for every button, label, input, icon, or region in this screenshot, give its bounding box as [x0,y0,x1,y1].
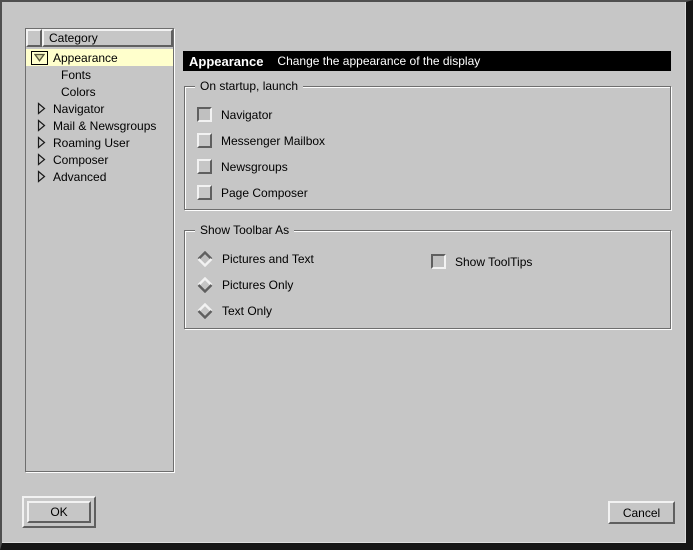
collapse-toggle[interactable] [31,51,48,65]
checkbox-label: Page Composer [221,186,308,200]
checkbox-label: Navigator [221,108,272,122]
triangle-right-icon[interactable] [37,119,46,132]
icon-cell [31,51,53,65]
tree-item-roaming-user[interactable]: Roaming User [26,134,173,151]
tree-rows: Appearance Fonts Colors Navigator [26,49,173,185]
category-column-header[interactable]: Category [42,29,173,47]
tree-item-label: Appearance [53,51,118,65]
icon-cell [31,119,53,132]
category-column-label: Category [49,32,98,45]
toolbar-group: Show Toolbar As Pictures and Text Pictur… [184,230,671,329]
tree-item-navigator[interactable]: Navigator [26,100,173,117]
tree-item-label: Mail & Newsgroups [53,119,156,133]
startup-group-legend: On startup, launch [195,79,303,93]
checkbox-row-newsgroups: Newsgroups [197,159,670,174]
startup-checkbox-list: Navigator Messenger Mailbox Newsgroups P… [185,87,670,200]
radio-row-text-only: Text Only [197,303,670,318]
cancel-button[interactable]: Cancel [608,501,675,524]
triangle-down-icon [34,53,45,62]
category-tree-panel: Category Appearance Fonts Colors [25,28,174,472]
checkbox-row-page-composer: Page Composer [197,185,670,200]
ok-default-ring: OK [22,496,96,528]
icon-cell [31,136,53,149]
tree-item-appearance[interactable]: Appearance [26,49,173,66]
icon-cell [31,102,53,115]
preferences-dialog: Category Appearance Fonts Colors [0,0,693,550]
page-subtitle: Change the appearance of the display [277,54,480,68]
tree-item-fonts[interactable]: Fonts [26,66,173,83]
icon-cell [31,170,53,183]
checkbox-label: Messenger Mailbox [221,134,325,148]
tree-item-mail-newsgroups[interactable]: Mail & Newsgroups [26,117,173,134]
page-composer-checkbox[interactable] [197,185,212,200]
checkbox-row-messenger-mailbox: Messenger Mailbox [197,133,670,148]
tree-item-label: Composer [53,153,108,167]
tree-item-label: Fonts [61,68,91,82]
triangle-right-icon[interactable] [37,170,46,183]
navigator-checkbox[interactable] [197,107,212,122]
tree-item-colors[interactable]: Colors [26,83,173,100]
toolbar-radio-list: Pictures and Text Pictures Only Text Onl… [185,231,670,318]
triangle-right-icon[interactable] [37,102,46,115]
radio-label: Text Only [222,304,272,318]
checkbox-row-show-tooltips: Show ToolTips [431,254,532,269]
checkbox-label: Newsgroups [221,160,288,174]
radio-label: Pictures and Text [222,252,314,266]
newsgroups-checkbox[interactable] [197,159,212,174]
cancel-button-label: Cancel [623,506,660,520]
radio-label: Pictures Only [222,278,293,292]
icon-cell [31,153,53,166]
tree-item-label: Colors [61,85,96,99]
tree-item-label: Navigator [53,102,104,116]
text-only-radio[interactable] [197,303,213,319]
startup-group: On startup, launch Navigator Messenger M… [184,86,671,210]
tree-item-label: Advanced [53,170,106,184]
checkbox-row-navigator: Navigator [197,107,670,122]
triangle-right-icon[interactable] [37,153,46,166]
tree-item-composer[interactable]: Composer [26,151,173,168]
page-header: Appearance Change the appearance of the … [183,51,671,71]
pictures-only-radio[interactable] [197,277,213,293]
pictures-and-text-radio[interactable] [197,251,213,267]
tree-corner-button[interactable] [26,29,42,47]
tree-header-row: Category [26,29,173,47]
ok-button-label: OK [50,505,67,519]
ok-button[interactable]: OK [27,501,91,523]
show-tooltips-checkbox[interactable] [431,254,446,269]
triangle-right-icon[interactable] [37,136,46,149]
checkbox-label: Show ToolTips [455,255,532,269]
radio-row-pictures-only: Pictures Only [197,277,670,292]
messenger-mailbox-checkbox[interactable] [197,133,212,148]
page-title: Appearance [189,54,263,69]
toolbar-group-legend: Show Toolbar As [195,223,294,237]
tree-item-advanced[interactable]: Advanced [26,168,173,185]
tree-item-label: Roaming User [53,136,130,150]
